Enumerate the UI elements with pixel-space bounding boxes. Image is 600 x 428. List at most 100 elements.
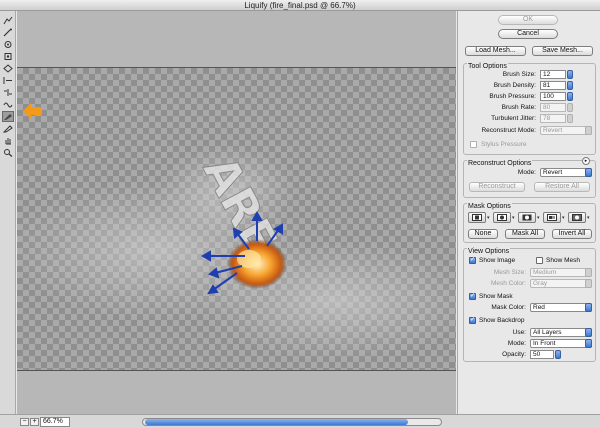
show-mesh-label: Show Mesh [546, 257, 580, 264]
freeze-mask-tool-icon[interactable] [2, 111, 14, 122]
liquify-toolbox [0, 11, 16, 414]
tool-options-title: Tool Options [467, 63, 508, 70]
mesh-color-label: Mesh Color: [490, 280, 526, 287]
mask-all-button[interactable]: Mask All [505, 229, 545, 239]
view-options-group: View Options ✓ Show Image Show Mesh Mesh… [463, 248, 596, 362]
invert-selection-caret-icon[interactable]: ▾ [587, 215, 590, 221]
reconstruct-options-group: Reconstruct Options ▸ Mode: Revert Recon… [463, 157, 596, 198]
reconstruct-mode-select[interactable]: Revert [540, 126, 592, 135]
mask-none-button[interactable]: None [468, 229, 498, 239]
select-arrows-icon [585, 328, 592, 337]
turbulent-jitter-stepper[interactable] [567, 114, 573, 123]
tool-options-group: Tool Options Brush Size: 12 Brush Densit… [463, 63, 596, 155]
window-title: Liquify (fire_final.psd @ 66.7%) [244, 1, 356, 10]
mask-color-label: Mask Color: [491, 304, 526, 311]
opacity-label: Opacity: [502, 351, 526, 358]
replace-selection-caret-icon[interactable]: ▾ [487, 215, 490, 221]
select-arrows-icon [585, 303, 592, 312]
opacity-stepper[interactable] [555, 350, 561, 359]
backdrop-use-select[interactable]: All Layers [530, 328, 592, 337]
status-bar: − + 66.7% [0, 414, 600, 428]
bloat-tool-icon[interactable] [2, 63, 14, 74]
push-left-tool-icon[interactable] [2, 75, 14, 86]
liquify-canvas[interactable]: ARE [17, 11, 456, 414]
select-arrows-icon [585, 168, 592, 177]
intersect-with-mask-icon[interactable] [543, 212, 561, 223]
reconstruct-options-title: Reconstruct Options [467, 160, 533, 167]
load-mesh-button[interactable]: Load Mesh... [465, 46, 526, 56]
add-to-mask-icon[interactable] [493, 212, 511, 223]
subtract-from-mask-icon[interactable] [518, 212, 536, 223]
save-mesh-button[interactable]: Save Mesh... [532, 46, 593, 56]
invert-all-button[interactable]: Invert All [552, 229, 592, 239]
brush-rate-field[interactable]: 80 [540, 103, 566, 112]
show-backdrop-label: Show Backdrop [479, 317, 525, 324]
show-image-label: Show Image [479, 257, 516, 264]
brush-density-label: Brush Density: [493, 82, 536, 89]
reconstruct-tool-icon[interactable] [2, 27, 14, 38]
brush-pressure-field[interactable]: 100 [540, 92, 566, 101]
reconstruct-options-mode-select[interactable]: Revert [540, 168, 592, 177]
replace-selection-mask-icon[interactable] [468, 212, 486, 223]
brush-size-stepper[interactable] [567, 70, 573, 79]
mask-color-value: Red [533, 304, 545, 311]
pucker-tool-icon[interactable] [2, 51, 14, 62]
show-mask-checkbox[interactable]: ✓ [469, 293, 476, 300]
mask-options-group: Mask Options ▾ ▾ ▾ ▾ ▾ None Mask All Inv… [463, 203, 596, 243]
restore-all-button[interactable]: Restore All [534, 182, 590, 192]
window-titlebar: Liquify (fire_final.psd @ 66.7%) [0, 0, 600, 11]
twirl-clockwise-tool-icon[interactable] [2, 39, 14, 50]
brush-density-stepper[interactable] [567, 81, 573, 90]
brush-pressure-stepper[interactable] [567, 92, 573, 101]
brush-rate-stepper[interactable] [567, 103, 573, 112]
show-mask-label: Show Mask [479, 293, 513, 300]
tool-pointer-arrow [23, 103, 42, 119]
horizontal-scrollbar[interactable] [142, 418, 442, 426]
brush-size-label: Brush Size: [502, 71, 536, 78]
brush-pressure-label: Brush Pressure: [489, 93, 536, 100]
backdrop-mode-select[interactable]: In Front [530, 339, 592, 348]
subtract-from-mask-caret-icon[interactable]: ▾ [537, 215, 540, 221]
zoom-level-field[interactable]: 66.7% [40, 417, 70, 427]
invert-selection-mask-icon[interactable] [568, 212, 586, 223]
ok-button[interactable]: OK [498, 15, 558, 25]
mirror-tool-icon[interactable] [2, 87, 14, 98]
mask-mode-buttons: ▾ ▾ ▾ ▾ ▾ [468, 212, 594, 224]
stylus-pressure-checkbox[interactable] [470, 141, 477, 148]
opacity-field[interactable]: 50 [530, 350, 554, 359]
reconstruct-button[interactable]: Reconstruct [469, 182, 525, 192]
scrollbar-thumb[interactable] [145, 419, 408, 425]
select-arrows-icon [585, 339, 592, 348]
select-arrows-icon [585, 268, 592, 277]
show-backdrop-checkbox[interactable]: ✓ [469, 317, 476, 324]
cancel-button[interactable]: Cancel [498, 29, 558, 39]
forward-warp-tool-icon[interactable] [2, 15, 14, 26]
mesh-size-select[interactable]: Medium [530, 268, 592, 277]
hand-tool-icon[interactable] [2, 135, 14, 146]
options-panel: OK Cancel Load Mesh... Save Mesh... Tool… [457, 11, 600, 414]
add-to-mask-caret-icon[interactable]: ▾ [512, 215, 515, 221]
backdrop-mode-label: Mode: [507, 340, 526, 347]
mask-color-select[interactable]: Red [530, 303, 592, 312]
show-image-checkbox[interactable]: ✓ [469, 257, 476, 264]
intersect-with-mask-caret-icon[interactable]: ▾ [562, 215, 565, 221]
turbulent-jitter-label: Turbulent Jitter: [491, 115, 536, 122]
zoom-in-button[interactable]: + [30, 418, 39, 426]
turbulent-jitter-field[interactable]: 78 [540, 114, 566, 123]
zoom-tool-icon[interactable] [2, 147, 14, 158]
backdrop-mode-value: In Front [533, 340, 556, 347]
turbulence-tool-icon[interactable] [2, 99, 14, 110]
reconstruct-mode-label: Reconstruct Mode: [481, 127, 536, 134]
brush-size-field[interactable]: 12 [540, 70, 566, 79]
select-arrows-icon [585, 279, 592, 288]
backdrop-use-label: Use: [512, 329, 526, 336]
reconstruct-mode-value: Revert [543, 127, 563, 134]
zoom-out-button[interactable]: − [20, 418, 29, 426]
mesh-color-select[interactable]: Gray [530, 279, 592, 288]
brush-density-field[interactable]: 81 [540, 81, 566, 90]
show-mesh-checkbox[interactable] [536, 257, 543, 264]
thaw-mask-tool-icon[interactable] [2, 123, 14, 134]
reconstruct-flyout-icon[interactable]: ▸ [582, 157, 590, 165]
mask-options-title: Mask Options [467, 203, 512, 210]
view-options-title: View Options [467, 248, 511, 255]
